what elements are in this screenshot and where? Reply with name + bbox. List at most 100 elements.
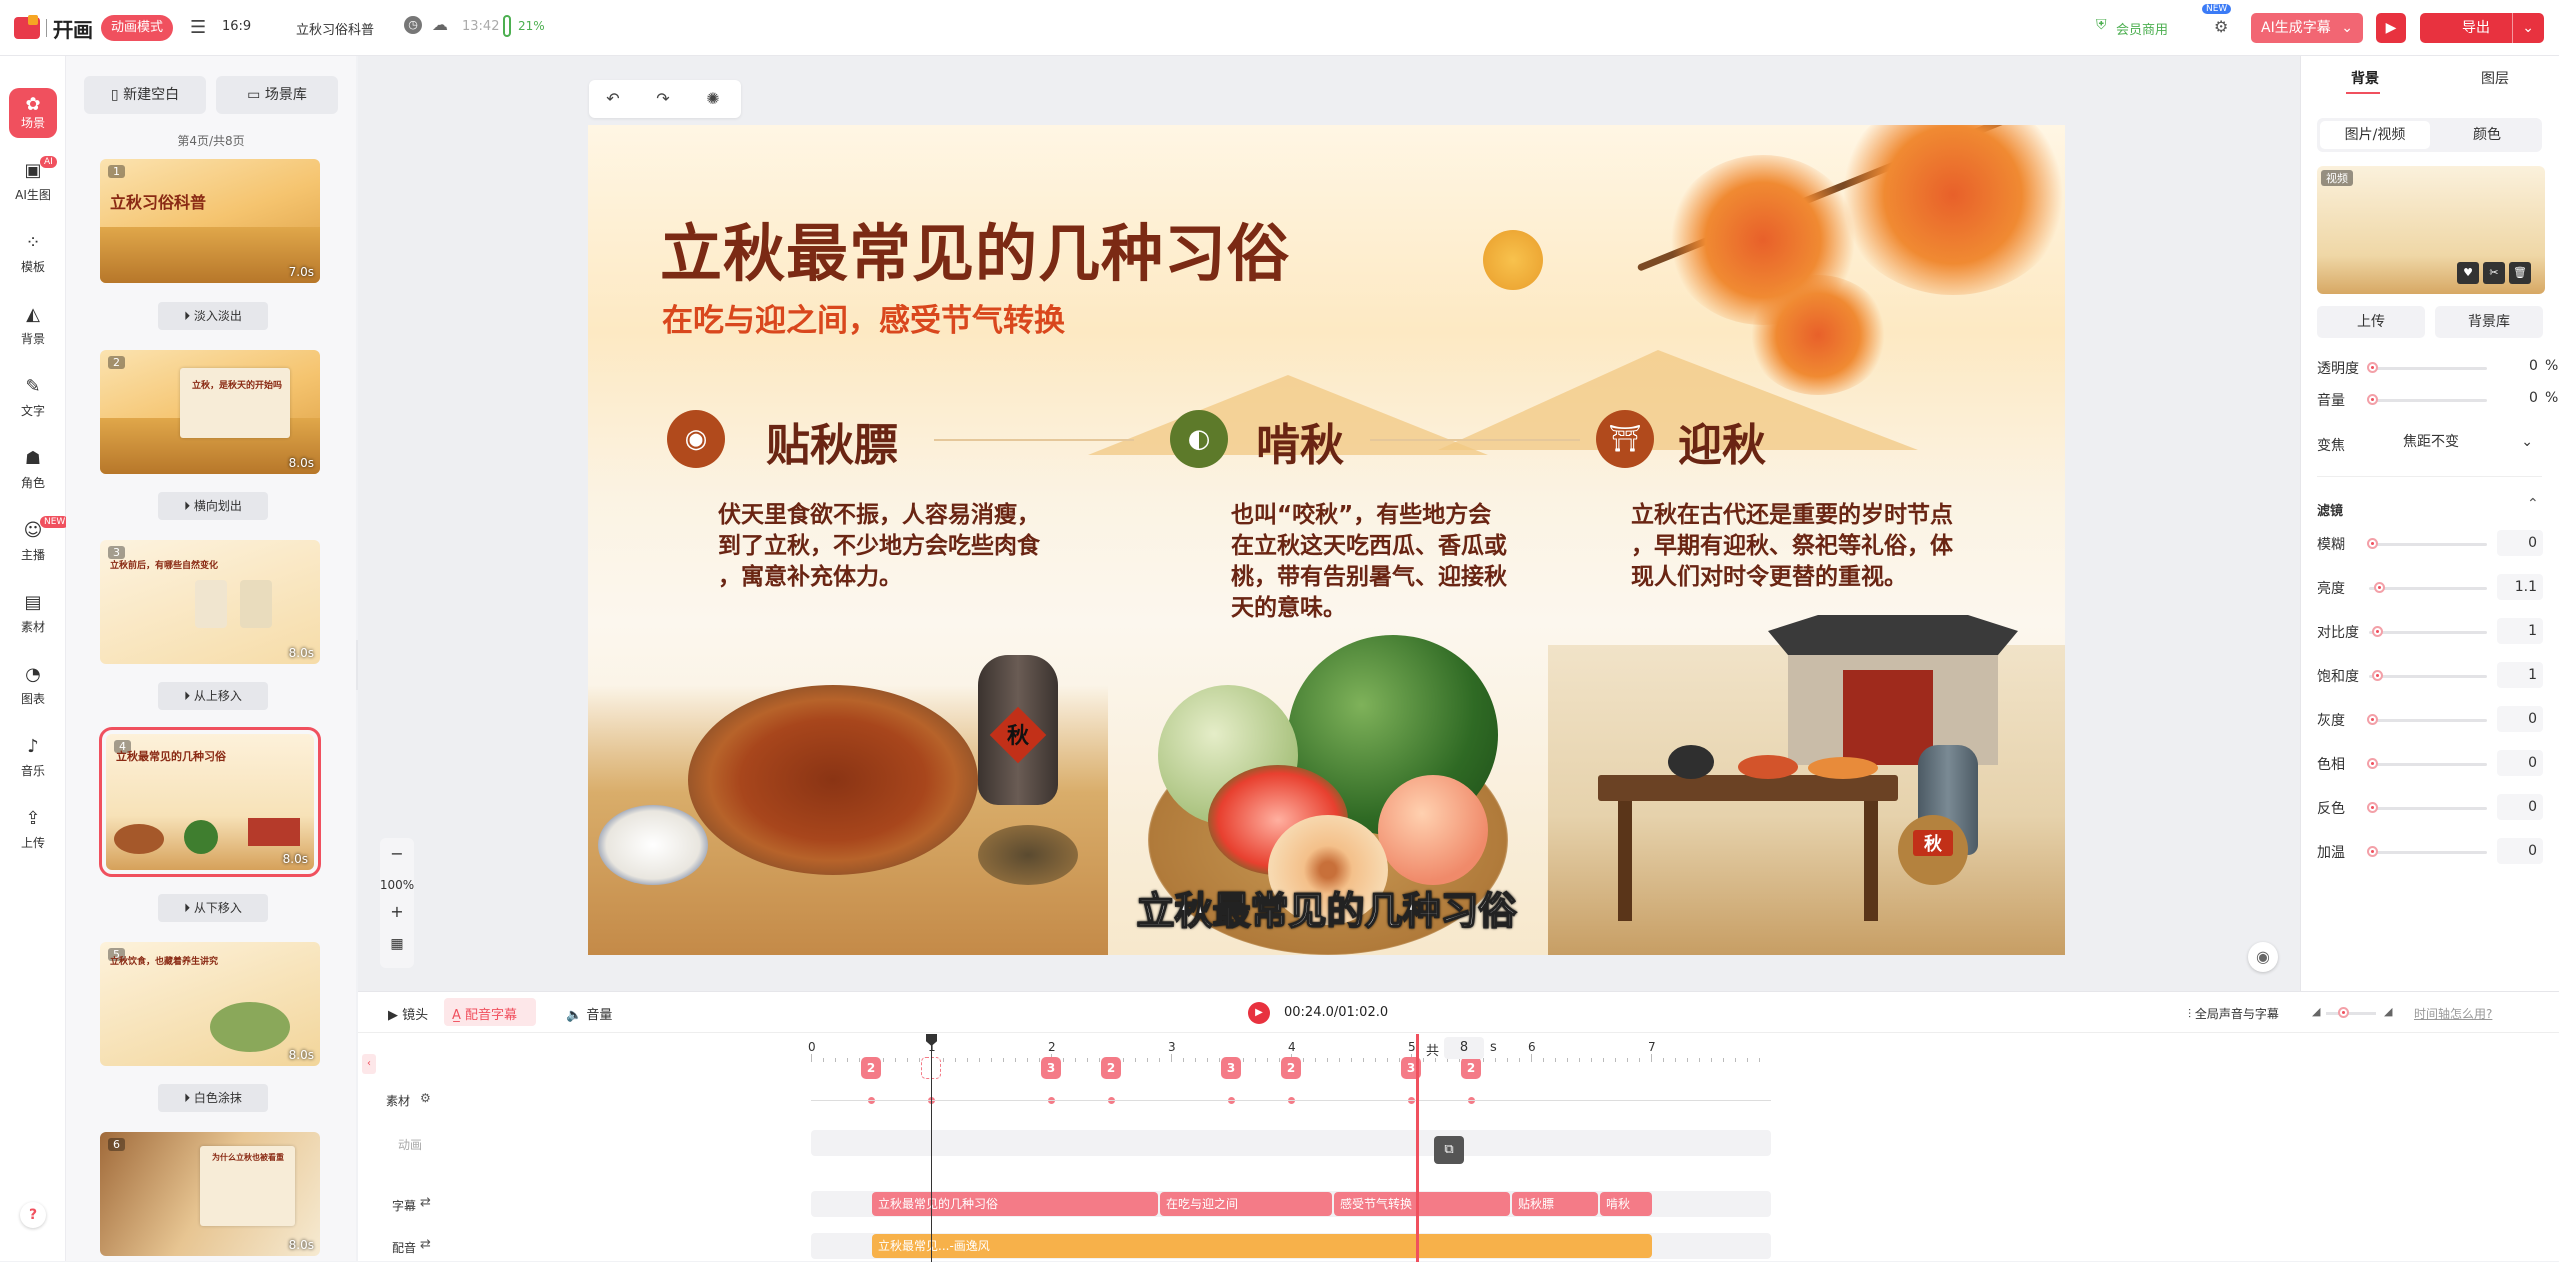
section-title[interactable]: 贴秋膘 [766,409,898,473]
slide-subtitle[interactable]: 在吃与迎之间，感受节气转换 [662,295,1065,340]
project-name[interactable]: 立秋习俗科普 [296,19,374,38]
crop-icon[interactable]: ✂ [2483,262,2505,284]
rail-item-text[interactable]: ✎ 文字 [0,376,66,436]
robot-icon[interactable]: ⚙ [2214,17,2228,36]
keyframe-badge[interactable]: 3 [1221,1057,1241,1079]
background-preview[interactable]: 视频 ♥ ✂ 🗑 [2317,166,2545,294]
subtitle-clip[interactable]: 在吃与迎之间 [1160,1192,1332,1216]
filter-value[interactable]: 1 [2497,618,2543,644]
favorite-icon[interactable]: ♥ [2457,262,2479,284]
slider-knob[interactable] [2367,362,2378,373]
scene-end-marker[interactable] [1416,1034,1419,1262]
slider-knob[interactable] [2367,714,2378,725]
slider-knob[interactable] [2367,758,2378,769]
preview-play-button[interactable]: ▶ [2376,13,2406,43]
add-animation-icon[interactable]: ⧉ [1434,1136,1464,1164]
upload-button[interactable]: 上传 [2317,306,2425,338]
zoom-out-button[interactable]: − [380,844,414,863]
slider-knob[interactable] [2374,582,2386,593]
volume-value[interactable]: 0 [2529,390,2538,406]
slider-knob[interactable] [2371,670,2383,681]
duration-input[interactable]: 8 [1444,1037,1484,1059]
rail-item-template[interactable]: ⁘ 模板 [0,232,66,292]
zoom-in-icon[interactable]: ◢ [2384,1005,2392,1018]
scene-thumb-6[interactable]: 6 为什么立秋也被看重 8.0s [100,1132,320,1256]
aspect-ratio[interactable]: 16:9 [222,19,251,34]
section-body[interactable]: 也叫“咬秋”，有些地方会 在立秋这天吃西瓜、香瓜或 桃，带有告别暑气、迎接秋 天… [1231,500,1507,624]
subtitle-clip[interactable]: 立秋最常见的几种习俗 [872,1192,1158,1216]
scene-thumb-5[interactable]: 5 立秋饮食，也藏着养生讲究 8.0s [100,942,320,1066]
filter-slider[interactable] [2369,626,2487,637]
rail-item-scene[interactable]: ✿ 场景 [0,88,66,148]
app-logo[interactable]: 幵画 [14,14,93,42]
filter-slider[interactable] [2367,538,2487,549]
filter-value[interactable]: 0 [2497,530,2543,556]
filter-slider[interactable] [2369,670,2487,681]
redo-icon[interactable]: ↷ [653,89,673,109]
filter-value[interactable]: 0 [2497,750,2543,776]
slider-knob[interactable] [2338,1007,2349,1018]
slider-knob[interactable] [2367,394,2378,405]
animation-track[interactable] [811,1130,1771,1156]
section-title[interactable]: 迎秋 [1678,409,1766,473]
filter-slider[interactable] [2367,758,2487,769]
subtitle-clip[interactable]: 贴秋膘 [1512,1192,1598,1216]
ai-subtitle-button[interactable]: AI生成字幕 ⌄ [2251,13,2363,43]
chevron-up-icon[interactable]: ⌃ [2527,496,2539,512]
seg-image-video[interactable]: 图片/视频 [2320,121,2430,149]
filter-slider[interactable] [2367,714,2487,725]
rail-item-anchor[interactable]: ☺ NEW 主播 [0,516,70,580]
delete-icon[interactable]: 🗑 [2509,262,2531,284]
caption-overlay[interactable]: 立秋最常见的几种习俗 [588,880,2065,935]
scene-thumb-2[interactable]: 2 立秋，是秋天的开始吗 8.0s [100,350,320,474]
section-title[interactable]: 啃秋 [1256,409,1344,473]
chevron-down-icon[interactable]: ⌄ [2522,13,2534,43]
volume-slider[interactable] [2367,394,2487,405]
timeline-help-link[interactable]: 时间轴怎么用? [2414,1005,2492,1022]
help-button[interactable]: ? [20,1202,46,1228]
keyframe-badge[interactable]: 2 [861,1057,881,1079]
grid-icon[interactable]: ▦ [380,936,414,952]
section-body[interactable]: 伏天里食欲不振，人容易消瘦， 到了立秋，不少地方会吃些肉食 ，寓意补充体力。 [718,500,1040,593]
camera-view-button[interactable]: ◉ [2248,942,2278,972]
undo-icon[interactable]: ↶ [603,89,623,109]
filter-value[interactable]: 0 [2497,838,2543,864]
transition-button[interactable]: ⏵ 从下移入 [158,894,268,922]
history-clock-icon[interactable]: ◷ [404,16,422,34]
slide-canvas[interactable]: 立秋最常见的几种习俗 在吃与迎之间，感受节气转换 ◉ 贴秋膘 伏天里食欲不振，人… [588,125,2065,955]
section-body[interactable]: 立秋在古代还是重要的岁时节点 ，早期有迎秋、祭祀等礼俗，体 现人们对时令更替的重… [1631,500,1953,593]
slider-knob[interactable] [2367,802,2378,813]
export-button[interactable]: 导出 ⌄ [2420,13,2544,43]
slide-title[interactable]: 立秋最常见的几种习俗 [660,203,1290,293]
palette-icon[interactable]: ✺ [703,89,723,109]
cloud-save-icon[interactable]: ☁ [432,15,448,34]
mode-toggle[interactable]: 动画模式 [101,15,174,41]
slider-knob[interactable] [2367,846,2378,857]
filter-slider[interactable] [2367,846,2487,857]
scene-thumb-3[interactable]: 3 立秋前后，有哪些自然变化 8.0s [100,540,320,664]
zoom-out-icon[interactable]: ◢ [2312,1005,2320,1018]
new-blank-button[interactable]: ▯ 新建空白 [84,76,206,114]
filter-value[interactable]: 0 [2497,706,2543,732]
tab-camera[interactable]: ▶ 镜头 [388,1004,428,1023]
timeline-zoom-slider[interactable] [2326,1007,2376,1018]
opacity-slider[interactable] [2367,362,2487,373]
voice-clip[interactable]: 立秋最常见...-画逸风 [872,1234,1652,1258]
zoom-select[interactable]: 焦距不变 ⌄ [2393,426,2543,458]
tab-background[interactable]: 背景 [2351,68,2379,88]
play-button[interactable]: ▶ [1248,1002,1270,1024]
playhead[interactable] [931,1034,932,1262]
filter-value[interactable]: 0 [2497,794,2543,820]
member-commercial[interactable]: 会员商用 [2116,19,2168,38]
rail-item-material[interactable]: ▤ 素材 [0,592,66,652]
tab-voice-subtitle[interactable]: A̲ 配音字幕 [452,1004,517,1023]
timeline-collapse-icon[interactable]: ‹ [362,1054,376,1074]
gear-icon[interactable]: ⚙ [420,1091,431,1105]
filter-value[interactable]: 1 [2497,662,2543,688]
rail-item-music[interactable]: ♪ 音乐 [0,736,66,796]
zoom-in-button[interactable]: + [380,902,414,921]
keyframe-badge[interactable]: 2 [1101,1057,1121,1079]
keyframe-badge[interactable]: 2 [1461,1057,1481,1079]
slider-knob[interactable] [2367,538,2378,549]
filter-value[interactable]: 1.1 [2497,574,2543,600]
